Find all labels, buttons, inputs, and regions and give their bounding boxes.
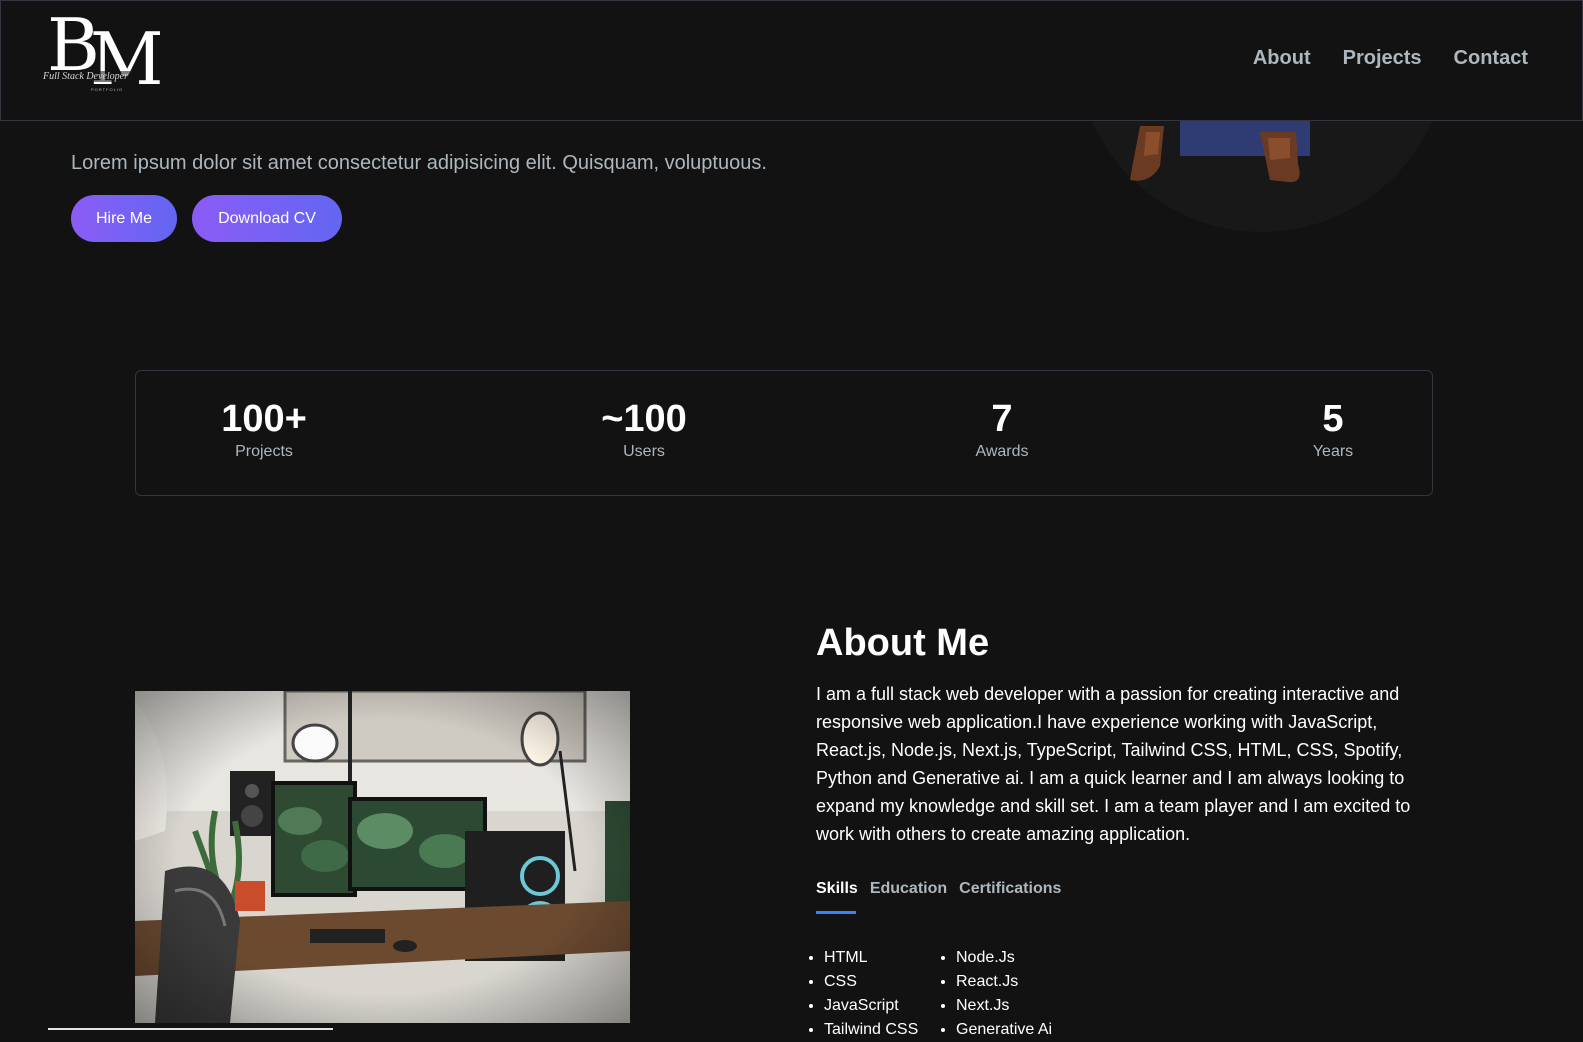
skills-list: HTML CSS JavaScript Tailwind CSS Node.Js… (808, 946, 1052, 1042)
site-logo[interactable]: BM Full Stack Developer PORTFOLIO (39, 9, 164, 107)
nav-link-about[interactable]: About (1253, 47, 1311, 70)
about-description: I am a full stack web developer with a p… (816, 684, 1411, 844)
navbar: BM Full Stack Developer PORTFOLIO About … (0, 0, 1583, 121)
stat-value: 100+ (221, 398, 307, 440)
nav-link-contact[interactable]: Contact (1454, 47, 1528, 70)
stat-label: Awards (975, 442, 1029, 460)
about-tabs: Skills Education Certifications (816, 880, 1061, 914)
tab-education[interactable]: Education (870, 880, 947, 908)
nav-link-projects[interactable]: Projects (1343, 47, 1422, 70)
logo-sub-text: PORTFOLIO (91, 87, 124, 92)
list-item: Next.Js (956, 994, 1052, 1018)
stat-projects: 100+ Projects (221, 398, 307, 461)
hero-description: Lorem ipsum dolor sit amet consectetur a… (71, 152, 767, 174)
stat-years: 5 Years (1312, 398, 1354, 461)
hire-me-button[interactable]: Hire Me (71, 195, 177, 242)
list-item: HTML (824, 946, 920, 970)
stat-value: 7 (991, 398, 1013, 440)
about-desk-image (135, 691, 630, 1023)
list-item: React.Js (956, 970, 1052, 994)
list-item: Generative Ai (956, 1018, 1052, 1042)
nav-links: About Projects Contact (1253, 47, 1528, 70)
stat-value: ~100 (601, 398, 687, 440)
hero-character-image (1130, 118, 1310, 183)
stat-users: ~100 Users (601, 398, 687, 461)
stat-label: Years (1312, 442, 1354, 460)
tab-skills[interactable]: Skills (816, 880, 858, 914)
list-item: JavaScript (824, 994, 920, 1018)
list-item: Tailwind CSS (824, 1018, 920, 1042)
achievements-panel: 100+ Projects ~100 Users 7 Awards 5 Year… (135, 370, 1433, 496)
skills-column-1: HTML CSS JavaScript Tailwind CSS (808, 946, 920, 1042)
stat-awards: 7 Awards (975, 398, 1029, 461)
stat-value: 5 (1322, 398, 1344, 440)
list-item: Node.Js (956, 946, 1052, 970)
logo-script-text: Full Stack Developer (41, 71, 130, 82)
download-cv-button[interactable]: Download CV (192, 195, 342, 242)
about-title: About Me (816, 622, 990, 664)
list-item: CSS (824, 970, 920, 994)
tab-certifications[interactable]: Certifications (959, 880, 1061, 908)
skills-column-2: Node.Js React.Js Next.Js Generative Ai (940, 946, 1052, 1042)
stat-label: Projects (235, 442, 293, 460)
bottom-progress-line (48, 1028, 333, 1030)
stat-label: Users (623, 442, 665, 460)
